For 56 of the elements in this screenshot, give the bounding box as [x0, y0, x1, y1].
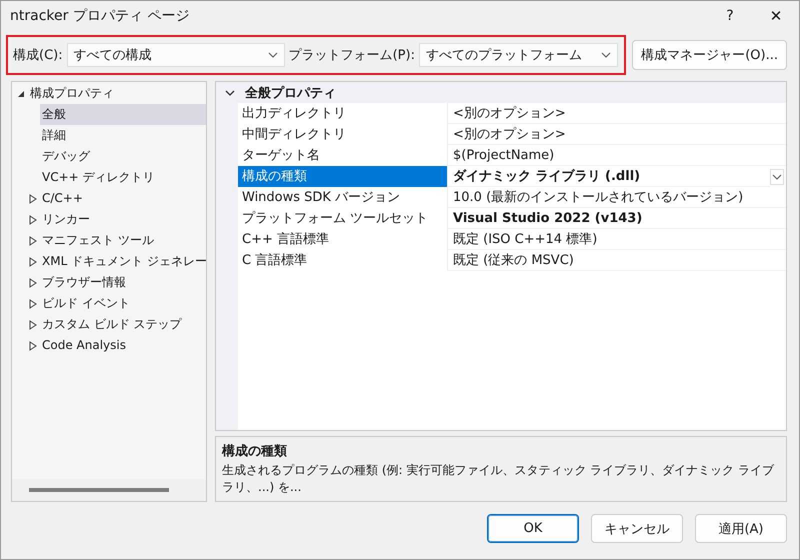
property-value[interactable]: ダイナミック ライブラリ (.dll): [448, 166, 770, 187]
property-name[interactable]: Windows SDK バージョン: [238, 187, 448, 208]
chevron-down-icon[interactable]: [770, 168, 784, 184]
expanded-triangle-icon[interactable]: [17, 90, 25, 98]
collapsed-triangle-icon[interactable]: [29, 298, 37, 308]
tree-item[interactable]: VC++ ディレクトリ: [40, 167, 206, 188]
property-value[interactable]: Visual Studio 2022 (v143): [448, 208, 786, 229]
property-value[interactable]: <別のオプション>: [448, 124, 786, 145]
chevron-down-icon: [268, 52, 278, 58]
configuration-label: 構成(C):: [13, 47, 63, 64]
tree-item[interactable]: リンカー: [40, 209, 206, 230]
collapsed-triangle-icon[interactable]: [29, 278, 37, 288]
tree-item[interactable]: ブラウザー情報: [40, 272, 206, 293]
collapsed-triangle-icon[interactable]: [29, 194, 37, 204]
description-title: 構成の種類: [222, 443, 288, 460]
property-value[interactable]: 既定 (従来の MSVC): [448, 250, 786, 271]
collapsed-triangle-icon[interactable]: [29, 214, 37, 224]
property-name[interactable]: 中間ディレクトリ: [238, 124, 448, 145]
platform-dropdown[interactable]: すべてのプラットフォーム: [418, 43, 618, 67]
configuration-dropdown[interactable]: すべての構成: [66, 43, 285, 67]
chevron-down-icon: [601, 52, 612, 58]
platform-label: プラットフォーム(P):: [288, 47, 415, 64]
tree-item[interactable]: Code Analysis: [40, 335, 206, 356]
collapsed-triangle-icon[interactable]: [29, 236, 37, 246]
property-name[interactable]: 構成の種類: [238, 166, 448, 187]
property-name[interactable]: C 言語標準: [238, 250, 448, 271]
tree-item[interactable]: 全般: [40, 104, 206, 125]
property-value[interactable]: 10.0 (最新のインストールされているバージョン): [448, 187, 786, 208]
property-name[interactable]: C++ 言語標準: [238, 229, 448, 250]
configuration-manager-button[interactable]: 構成マネージャー(O)...: [632, 40, 787, 70]
tree-item[interactable]: C/C++: [40, 188, 206, 209]
dialog-button[interactable]: キャンセル: [591, 514, 683, 543]
group-header: 全般プロパティ: [245, 84, 336, 102]
tree-item[interactable]: デバッグ: [40, 146, 206, 167]
chevron-icon[interactable]: [225, 88, 235, 98]
collapsed-triangle-icon[interactable]: [29, 256, 37, 266]
dialog-button[interactable]: OK: [487, 514, 579, 543]
property-name[interactable]: プラットフォーム ツールセット: [238, 208, 448, 229]
tree-item[interactable]: 詳細: [40, 125, 206, 146]
property-value[interactable]: $(ProjectName): [448, 145, 786, 166]
tree-item[interactable]: ビルド イベント: [40, 293, 206, 314]
window-title: ntracker プロパティ ページ: [10, 7, 190, 25]
tree-item[interactable]: 構成プロパティ: [28, 83, 206, 104]
help-button[interactable]: ?: [707, 8, 753, 24]
property-value[interactable]: 既定 (ISO C++14 標準): [448, 229, 786, 250]
collapsed-triangle-icon[interactable]: [29, 320, 37, 330]
close-button[interactable]: ✕: [753, 7, 799, 25]
collapsed-triangle-icon[interactable]: [29, 340, 37, 350]
scrollbar-thumb[interactable]: [29, 488, 169, 492]
description-text: 生成されるプログラムの種類 (例: 実行可能ファイル、スタティック ライブラリ、ダイナミック ライブラリ、...) を...: [222, 462, 775, 496]
property-name[interactable]: 出力ディレクトリ: [238, 103, 448, 124]
tree-item[interactable]: マニフェスト ツール: [40, 230, 206, 251]
tree-item[interactable]: カスタム ビルド ステップ: [40, 314, 206, 335]
property-value[interactable]: <別のオプション>: [448, 103, 786, 124]
tree-item[interactable]: XML ドキュメント ジェネレー: [40, 251, 206, 272]
dialog-button[interactable]: 適用(A): [695, 514, 787, 543]
